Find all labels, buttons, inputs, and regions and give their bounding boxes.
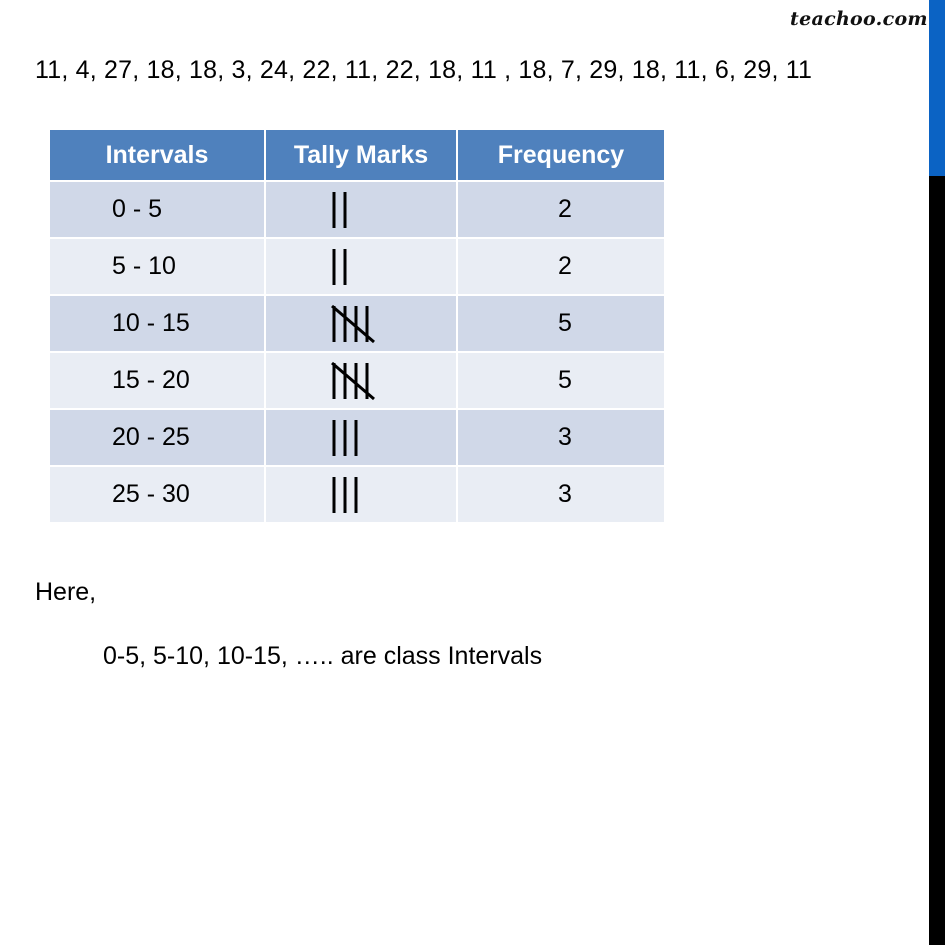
frequency-table: Intervals Tally Marks Frequency 0 - 525 … bbox=[48, 128, 666, 524]
class-intervals-explanation: 0-5, 5-10, 10-15, ….. are class Interval… bbox=[103, 642, 543, 670]
interval-text: 0 - 5 bbox=[112, 195, 163, 223]
header-intervals: Intervals bbox=[48, 128, 266, 182]
frequency-cell: 3 bbox=[456, 465, 666, 524]
tally-cell bbox=[264, 294, 458, 353]
interval-cell: 20 - 25 bbox=[48, 408, 266, 467]
interval-cell: 10 - 15 bbox=[48, 294, 266, 353]
interval-cell: 25 - 30 bbox=[48, 465, 266, 524]
tally-marks-icon bbox=[332, 476, 358, 513]
tally-cell bbox=[264, 351, 458, 410]
raw-data-line: 11, 4, 27, 18, 18, 3, 24, 22, 11, 22, 18… bbox=[35, 56, 813, 84]
interval-cell: 15 - 20 bbox=[48, 351, 266, 410]
frequency-cell: 5 bbox=[456, 294, 666, 353]
frequency-cell: 2 bbox=[456, 237, 666, 296]
table-row: 0 - 5 2 bbox=[48, 180, 666, 239]
interval-text: 5 - 10 bbox=[112, 252, 176, 280]
tally-cell bbox=[264, 237, 458, 296]
frequency-text: 2 bbox=[558, 195, 572, 223]
frequency-cell: 3 bbox=[456, 408, 666, 467]
scrollbar-thumb[interactable] bbox=[929, 0, 945, 176]
interval-text: 25 - 30 bbox=[112, 480, 190, 508]
frequency-text: 5 bbox=[558, 366, 572, 394]
tally-marks-icon bbox=[332, 419, 358, 456]
tally-cell bbox=[264, 465, 458, 524]
scrollbar[interactable] bbox=[929, 0, 945, 945]
frequency-text: 3 bbox=[558, 423, 572, 451]
tally-marks-icon bbox=[331, 304, 375, 343]
frequency-text: 5 bbox=[558, 309, 572, 337]
header-tally-marks: Tally Marks bbox=[264, 128, 458, 182]
frequency-text: 3 bbox=[558, 480, 572, 508]
table-row: 25 - 30 3 bbox=[48, 465, 666, 524]
interval-cell: 0 - 5 bbox=[48, 180, 266, 239]
tally-cell bbox=[264, 408, 458, 467]
interval-text: 10 - 15 bbox=[112, 309, 190, 337]
tally-marks-icon bbox=[332, 191, 347, 228]
interval-cell: 5 - 10 bbox=[48, 237, 266, 296]
table-row: 15 - 20 5 bbox=[48, 351, 666, 410]
frequency-text: 2 bbox=[558, 252, 572, 280]
interval-text: 15 - 20 bbox=[112, 366, 190, 394]
interval-text: 20 - 25 bbox=[112, 423, 190, 451]
table-row: 10 - 15 5 bbox=[48, 294, 666, 353]
header-frequency: Frequency bbox=[456, 128, 666, 182]
tally-marks-icon bbox=[332, 248, 347, 285]
table-row: 5 - 10 2 bbox=[48, 237, 666, 296]
here-label: Here, bbox=[35, 578, 97, 606]
table-row: 20 - 25 3 bbox=[48, 408, 666, 467]
frequency-cell: 5 bbox=[456, 351, 666, 410]
table-header-row: Intervals Tally Marks Frequency bbox=[48, 128, 666, 182]
teachoo-watermark: teachoo.com bbox=[790, 8, 928, 30]
tally-cell bbox=[264, 180, 458, 239]
tally-marks-icon bbox=[331, 361, 375, 400]
frequency-cell: 2 bbox=[456, 180, 666, 239]
